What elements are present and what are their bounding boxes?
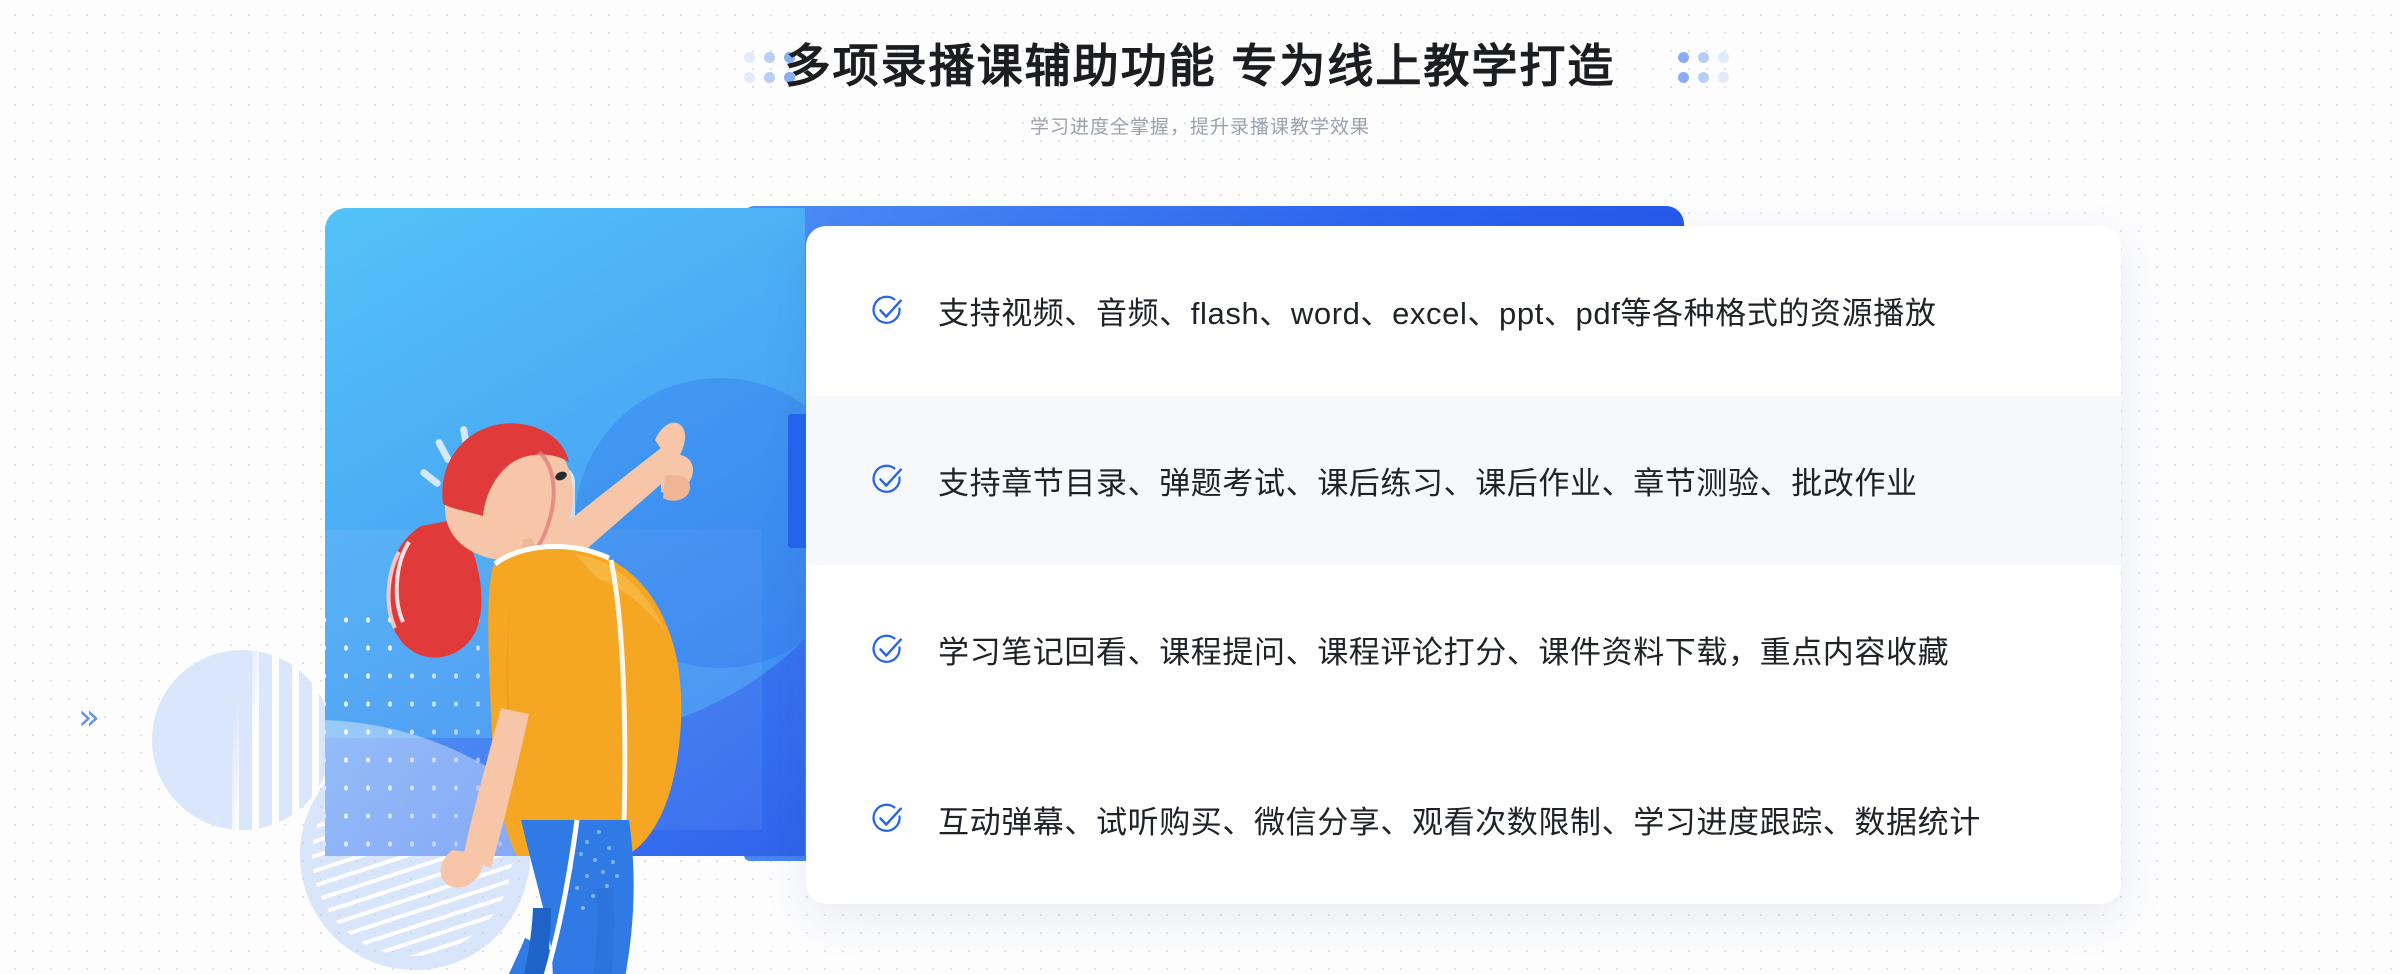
feature-row[interactable]: 学习笔记回看、课程提问、课程评论打分、课件资料下载，重点内容收藏 <box>806 565 2121 735</box>
feature-text: 互动弹幕、试听购买、微信分享、观看次数限制、学习进度跟踪、数据统计 <box>938 804 1981 840</box>
header: 多项录播课辅助功能 专为线上教学打造 学习进度全掌握，提升录播课教学效果 <box>0 0 2400 165</box>
feature-row[interactable]: 支持章节目录、弹题考试、课后练习、课后作业、章节测验、批改作业 <box>788 395 2121 565</box>
decorative-striped-circle-lines <box>152 650 332 830</box>
play-triangle-icon <box>511 491 545 531</box>
double-chevron-right-icon: » <box>78 697 101 738</box>
page-title: 多项录播课辅助功能 专为线上教学打造 <box>784 40 1616 92</box>
feature-card: 支持视频、音频、flash、word、excel、ppt、pdf等各种格式的资源… <box>788 226 2121 905</box>
illustration-panel: « <box>325 208 805 856</box>
promo-banner: 多项录播课辅助功能 专为线上教学打造 学习进度全掌握，提升录播课教学效果 » « <box>0 0 2400 974</box>
row-accent-bar <box>788 413 806 548</box>
double-chevron-left-icon: « <box>531 810 552 850</box>
feature-row[interactable]: 支持视频、音频、flash、word、excel、ppt、pdf等各种格式的资源… <box>806 226 2121 396</box>
check-circle-icon <box>872 634 902 663</box>
check-circle-icon <box>872 295 902 324</box>
feature-text: 支持章节目录、弹题考试、课后练习、课后作业、章节测验、批改作业 <box>938 465 1918 501</box>
feature-row[interactable]: 互动弹幕、试听购买、微信分享、观看次数限制、学习进度跟踪、数据统计 <box>806 735 2121 905</box>
illustration-clip: « <box>325 208 805 856</box>
speech-bubble-tail-icon <box>525 550 541 574</box>
page-subtitle: 学习进度全掌握，提升录播课教学效果 <box>1029 117 1370 138</box>
speech-bubble-icon <box>471 466 575 554</box>
check-circle-icon <box>872 803 902 833</box>
feature-text: 支持视频、音频、flash、word、excel、ppt、pdf等各种格式的资源… <box>938 296 1937 332</box>
feature-text: 学习笔记回看、课程提问、课程评论打分、课件资料下载，重点内容收藏 <box>938 635 1950 671</box>
check-circle-icon <box>872 464 902 494</box>
